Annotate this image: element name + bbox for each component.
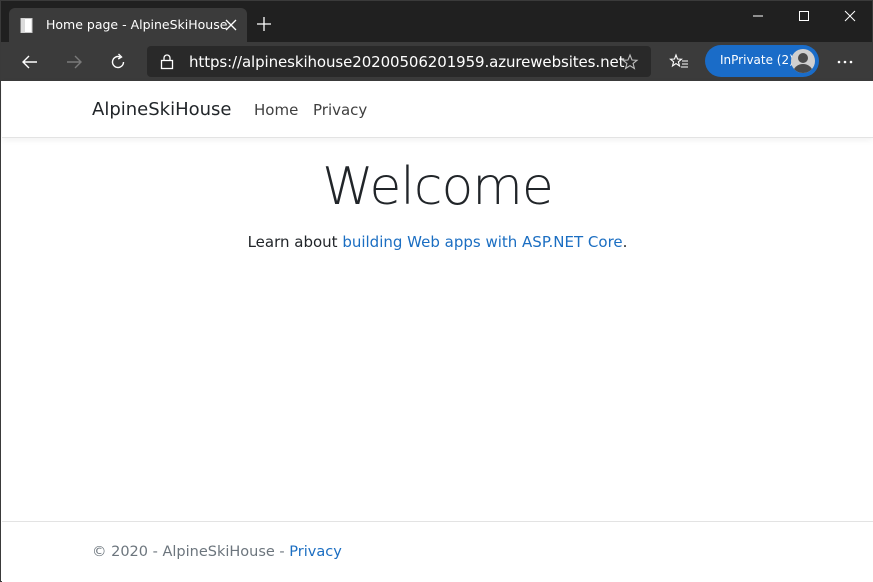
- copyright-text: © 2020 - AlpineSkiHouse -: [92, 544, 290, 560]
- intro-prefix: Learn about: [247, 233, 343, 251]
- browser-tab[interactable]: Home page - AlpineSkiHouse: [9, 8, 247, 42]
- tab-strip: Home page - AlpineSkiHouse: [1, 1, 872, 42]
- site-navbar: AlpineSkiHouse Home Privacy: [2, 81, 873, 138]
- aspnet-docs-link[interactable]: building Web apps with ASP.NET Core: [342, 233, 622, 251]
- page-icon: [20, 18, 34, 33]
- avatar: [791, 49, 815, 73]
- more-options-icon[interactable]: [835, 52, 855, 72]
- nav-link-privacy[interactable]: Privacy: [313, 101, 367, 119]
- profile-label: InPrivate (2): [720, 53, 794, 67]
- close-tab-icon[interactable]: [223, 17, 239, 33]
- address-bar[interactable]: https://alpineskihouse20200506201959.azu…: [147, 46, 651, 77]
- url-text: https://alpineskihouse20200506201959.azu…: [189, 53, 625, 71]
- maximize-icon[interactable]: [781, 1, 827, 31]
- footer-text: © 2020 - AlpineSkiHouse - Privacy: [92, 544, 342, 560]
- lock-icon[interactable]: [159, 53, 175, 70]
- nav-link-home[interactable]: Home: [254, 101, 298, 119]
- web-page: AlpineSkiHouse Home Privacy Welcome Lear…: [2, 81, 873, 582]
- minimize-icon[interactable]: [735, 1, 781, 31]
- favorite-star-icon[interactable]: [621, 53, 639, 71]
- footer-privacy-link[interactable]: Privacy: [289, 544, 342, 560]
- refresh-icon[interactable]: [108, 52, 128, 72]
- site-footer: © 2020 - AlpineSkiHouse - Privacy: [2, 521, 873, 582]
- intro-text: Learn about building Web apps with ASP.N…: [2, 233, 873, 251]
- new-tab-icon[interactable]: [255, 15, 273, 33]
- favorites-icon[interactable]: [669, 52, 689, 72]
- site-brand-link[interactable]: AlpineSkiHouse: [92, 99, 231, 120]
- back-icon[interactable]: [20, 52, 40, 72]
- browser-window: Home page - AlpineSkiHouse https://alpin…: [0, 0, 873, 582]
- browser-toolbar: https://alpineskihouse20200506201959.azu…: [1, 42, 872, 81]
- intro-suffix: .: [622, 233, 628, 251]
- forward-icon[interactable]: [64, 52, 84, 72]
- tab-title: Home page - AlpineSkiHouse: [46, 17, 228, 32]
- close-window-icon[interactable]: [827, 1, 873, 31]
- inprivate-profile-button[interactable]: InPrivate (2): [705, 45, 819, 77]
- page-title: Welcome: [322, 157, 554, 217]
